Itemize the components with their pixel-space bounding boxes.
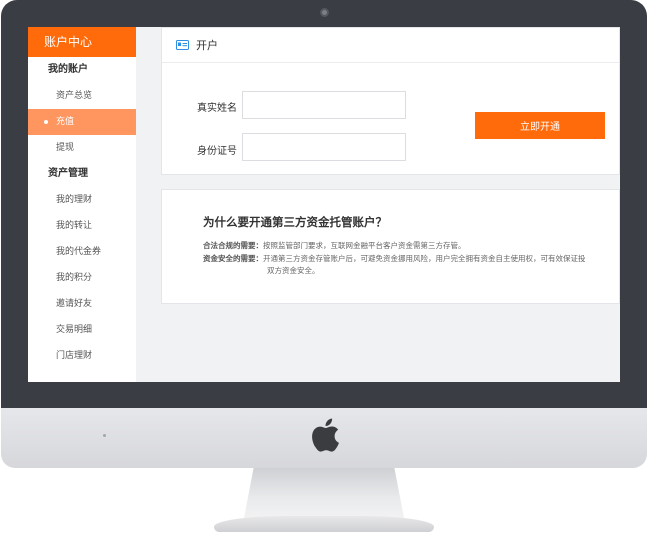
sidebar-item-withdraw[interactable]: 提现 xyxy=(28,135,136,161)
id-card-icon xyxy=(176,40,189,50)
real-name-input[interactable] xyxy=(242,91,406,119)
reason-safety-text: 开通第三方资金存管账户后，可避免资金挪用风险，用户完全拥有资金自主使用权，可有效… xyxy=(263,254,586,263)
section-title-my-account: 我的账户 xyxy=(48,64,88,75)
sidebar: 账户中心 我的账户 资产总览 充值 提现 资产管理 我的理财 我的转让 我的代金… xyxy=(28,27,136,382)
sidebar-item-my-finance[interactable]: 我的理财 xyxy=(28,187,136,213)
sidebar-item-label: 充值 xyxy=(56,117,75,127)
section-title-asset-management: 资产管理 xyxy=(48,168,88,179)
main-content: 开户 真实姓名 身份证号 立即开通 为什么要开通第三方资金托管账户？ 合法合规的… xyxy=(161,27,620,382)
card-title: 开户 xyxy=(196,39,218,52)
reason-safety: 资金安全的需要：开通第三方资金存管账户后，可避免资金挪用风险，用户完全拥有资金自… xyxy=(203,253,586,265)
sidebar-item-my-vouchers[interactable]: 我的代金券 xyxy=(28,239,136,265)
info-card: 为什么要开通第三方资金托管账户？ 合法合规的需要：按照监管部门要求，互联网金融平… xyxy=(161,189,620,304)
reason-compliance: 合法合规的需要：按照监管部门要求，互联网金融平台客户资金需第三方存管。 xyxy=(203,240,466,252)
card-header: 开户 xyxy=(162,28,619,63)
id-number-label: 身份证号 xyxy=(197,146,237,157)
reason-compliance-label: 合法合规的需要： xyxy=(203,241,263,250)
sidebar-item-transactions[interactable]: 交易明细 xyxy=(28,317,136,343)
reason-compliance-text: 按照监管部门要求，互联网金融平台客户资金需第三方存管。 xyxy=(263,241,466,250)
sidebar-item-store-finance[interactable]: 门店理财 xyxy=(28,343,136,369)
name-label: 真实姓名 xyxy=(197,103,237,114)
sidebar-item-invite-friends[interactable]: 邀请好友 xyxy=(28,291,136,317)
info-title: 为什么要开通第三方资金托管账户？ xyxy=(203,215,387,229)
reason-safety-continued: 双方资金安全。 xyxy=(267,266,320,275)
screen: 账户中心 我的账户 资产总览 充值 提现 资产管理 我的理财 我的转让 我的代金… xyxy=(28,27,620,382)
sidebar-header: 账户中心 xyxy=(28,27,136,57)
sidebar-item-my-transfer[interactable]: 我的转让 xyxy=(28,213,136,239)
open-now-button[interactable]: 立即开通 xyxy=(475,112,605,139)
apple-logo-icon xyxy=(312,418,339,452)
reason-safety-label: 资金安全的需要： xyxy=(203,254,263,263)
sidebar-item-recharge[interactable]: 充值 xyxy=(28,109,136,135)
sidebar-item-my-points[interactable]: 我的积分 xyxy=(28,265,136,291)
chin-dot xyxy=(103,434,106,437)
id-number-input[interactable] xyxy=(242,133,406,161)
monitor-stand-neck xyxy=(244,468,404,518)
camera-icon xyxy=(320,8,329,17)
monitor-stand-foot xyxy=(214,516,434,532)
active-dot-icon xyxy=(44,120,48,124)
sidebar-item-asset-overview[interactable]: 资产总览 xyxy=(28,83,136,109)
open-account-card: 开户 真实姓名 身份证号 立即开通 xyxy=(161,27,620,175)
